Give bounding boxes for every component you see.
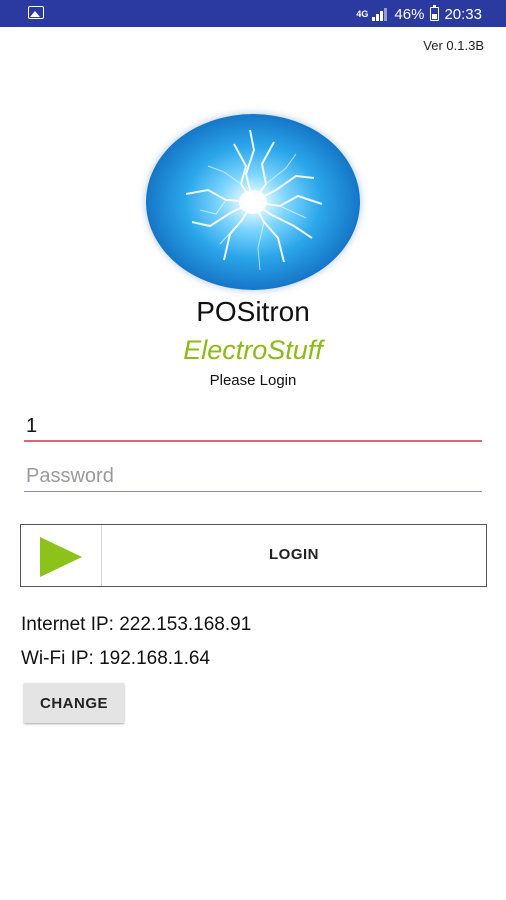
network-type-icon: 4G <box>356 8 369 19</box>
plasma-ball-logo <box>146 114 360 290</box>
brand-name: ElectroStuff <box>183 335 323 365</box>
password-field[interactable] <box>24 462 482 492</box>
login-button-label: LOGIN <box>269 546 319 563</box>
signal-icon <box>372 7 388 21</box>
internet-ip-label: Internet IP: 222.153.168.91 <box>21 614 252 635</box>
wifi-ip-label: Wi-Fi IP: 192.168.1.64 <box>21 648 211 669</box>
status-bar: 4G 46% 20:33 <box>0 0 506 27</box>
battery-icon <box>430 5 440 21</box>
login-button[interactable]: LOGIN <box>20 524 487 587</box>
gallery-notification-icon <box>28 6 44 19</box>
clock: 20:33 <box>444 5 482 23</box>
battery-percent: 46% <box>394 5 425 23</box>
change-button[interactable]: CHANGE <box>24 683 124 723</box>
play-icon <box>40 537 82 577</box>
user-field[interactable] <box>24 412 482 442</box>
login-icon-cell <box>21 525 102 586</box>
status-icons: 4G 46% 20:33 <box>356 4 482 24</box>
app-name: POSitron <box>196 296 310 327</box>
version-label: Ver 0.1.3B <box>423 38 484 53</box>
login-prompt: Please Login <box>209 372 297 389</box>
